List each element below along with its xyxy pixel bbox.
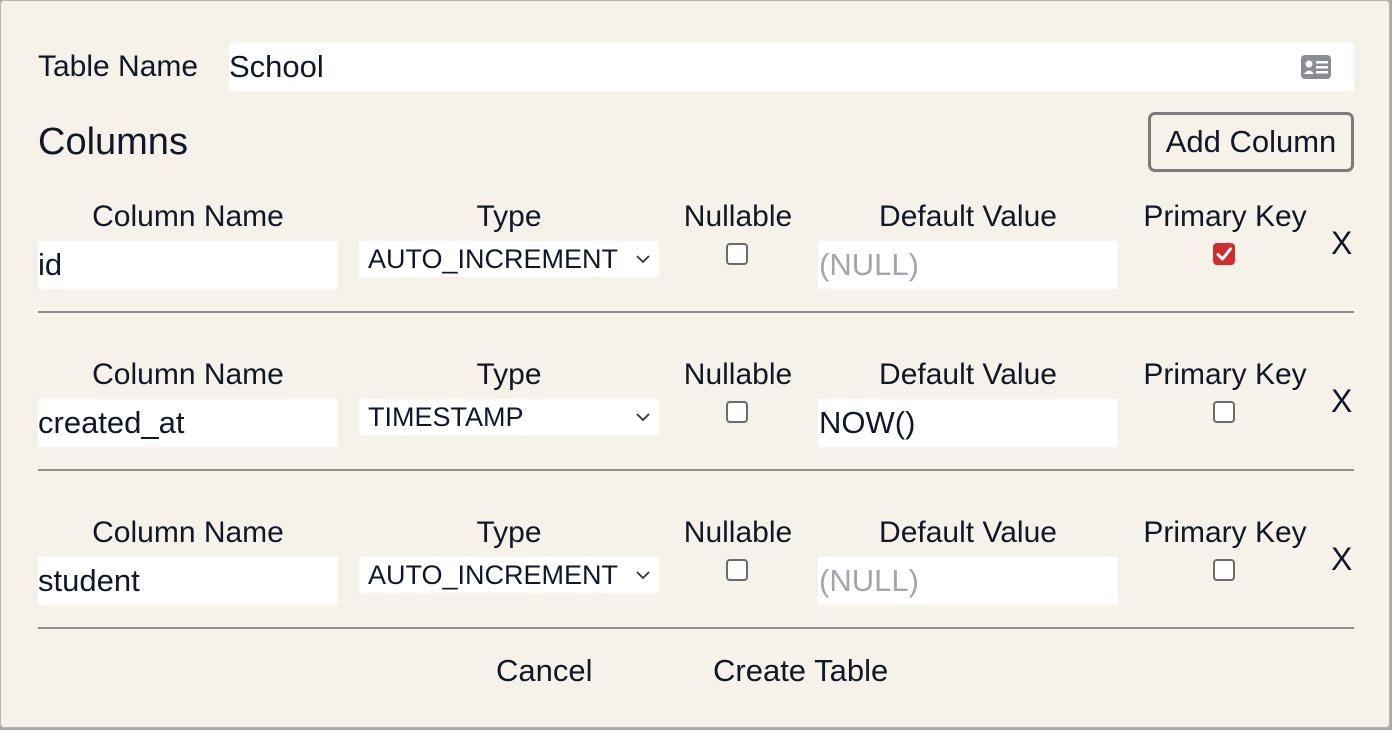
nullable-checkbox[interactable] bbox=[726, 401, 748, 423]
nullable-checkbox[interactable] bbox=[726, 243, 748, 265]
default-value-label: Default Value bbox=[879, 516, 1057, 549]
type-select[interactable]: AUTO_INCREMENT bbox=[359, 241, 659, 277]
default-value-label: Default Value bbox=[879, 200, 1057, 233]
type-label: Type bbox=[476, 358, 542, 391]
default-value-input[interactable]: NOW() bbox=[818, 399, 1118, 447]
table-name-label: Table Name bbox=[38, 50, 199, 83]
nullable-label: Nullable bbox=[683, 358, 793, 391]
column-name-value: student bbox=[38, 563, 140, 598]
chevron-down-icon bbox=[636, 255, 650, 264]
type-value: AUTO_INCREMENT bbox=[368, 243, 619, 274]
default-value-value: NOW() bbox=[819, 405, 916, 440]
row-divider bbox=[38, 627, 1354, 629]
primary-key-checkbox[interactable] bbox=[1213, 243, 1235, 265]
default-value-placeholder: (NULL) bbox=[819, 247, 919, 282]
type-label: Type bbox=[476, 516, 542, 549]
primary-key-label: Primary Key bbox=[1143, 358, 1307, 391]
remove-column-button[interactable]: X bbox=[1331, 381, 1352, 421]
column-row: Column Name Type Nullable Default Value … bbox=[38, 515, 1354, 673]
default-value-label: Default Value bbox=[879, 358, 1057, 391]
contact-card-icon[interactable] bbox=[1300, 54, 1332, 80]
type-value: AUTO_INCREMENT bbox=[368, 559, 619, 590]
primary-key-label: Primary Key bbox=[1143, 516, 1307, 549]
cancel-button[interactable]: Cancel bbox=[496, 651, 593, 691]
chevron-down-icon bbox=[636, 413, 650, 422]
checkmark-icon bbox=[1216, 247, 1232, 261]
column-name-input[interactable]: id bbox=[38, 241, 338, 289]
type-select[interactable]: AUTO_INCREMENT bbox=[359, 557, 659, 593]
table-name-input[interactable]: School bbox=[229, 43, 1354, 91]
column-name-label: Column Name bbox=[92, 200, 284, 233]
column-row: Column Name Type Nullable Default Value … bbox=[38, 357, 1354, 515]
default-value-input[interactable]: (NULL) bbox=[818, 241, 1118, 289]
column-name-label: Column Name bbox=[92, 358, 284, 391]
row-divider bbox=[38, 469, 1354, 471]
type-value: TIMESTAMP bbox=[368, 401, 524, 432]
table-name-row: Table Name School bbox=[38, 43, 1354, 91]
type-select[interactable]: TIMESTAMP bbox=[359, 399, 659, 435]
add-column-button[interactable]: Add Column bbox=[1148, 112, 1354, 172]
nullable-label: Nullable bbox=[683, 516, 793, 549]
column-name-input[interactable]: created_at bbox=[38, 399, 338, 447]
row-divider bbox=[38, 311, 1354, 313]
column-row: Column Name Type Nullable Default Value … bbox=[38, 199, 1354, 357]
primary-key-checkbox[interactable] bbox=[1213, 401, 1235, 423]
primary-key-checkbox[interactable] bbox=[1213, 559, 1235, 581]
nullable-checkbox[interactable] bbox=[726, 559, 748, 581]
columns-heading: Columns bbox=[38, 121, 188, 163]
chevron-down-icon bbox=[636, 571, 650, 580]
column-name-input[interactable]: student bbox=[38, 557, 338, 605]
type-label: Type bbox=[476, 200, 542, 233]
table-name-value: School bbox=[229, 49, 324, 84]
column-name-value: id bbox=[38, 247, 63, 282]
create-table-dialog: Table Name School Columns Add Column Col… bbox=[0, 0, 1390, 728]
create-table-button[interactable]: Create Table bbox=[713, 651, 888, 691]
remove-column-button[interactable]: X bbox=[1331, 539, 1352, 579]
column-name-label: Column Name bbox=[92, 516, 284, 549]
default-value-placeholder: (NULL) bbox=[819, 563, 919, 598]
primary-key-label: Primary Key bbox=[1143, 200, 1307, 233]
default-value-input[interactable]: (NULL) bbox=[818, 557, 1118, 605]
remove-column-button[interactable]: X bbox=[1331, 223, 1352, 263]
nullable-label: Nullable bbox=[683, 200, 793, 233]
column-name-value: created_at bbox=[38, 405, 185, 440]
